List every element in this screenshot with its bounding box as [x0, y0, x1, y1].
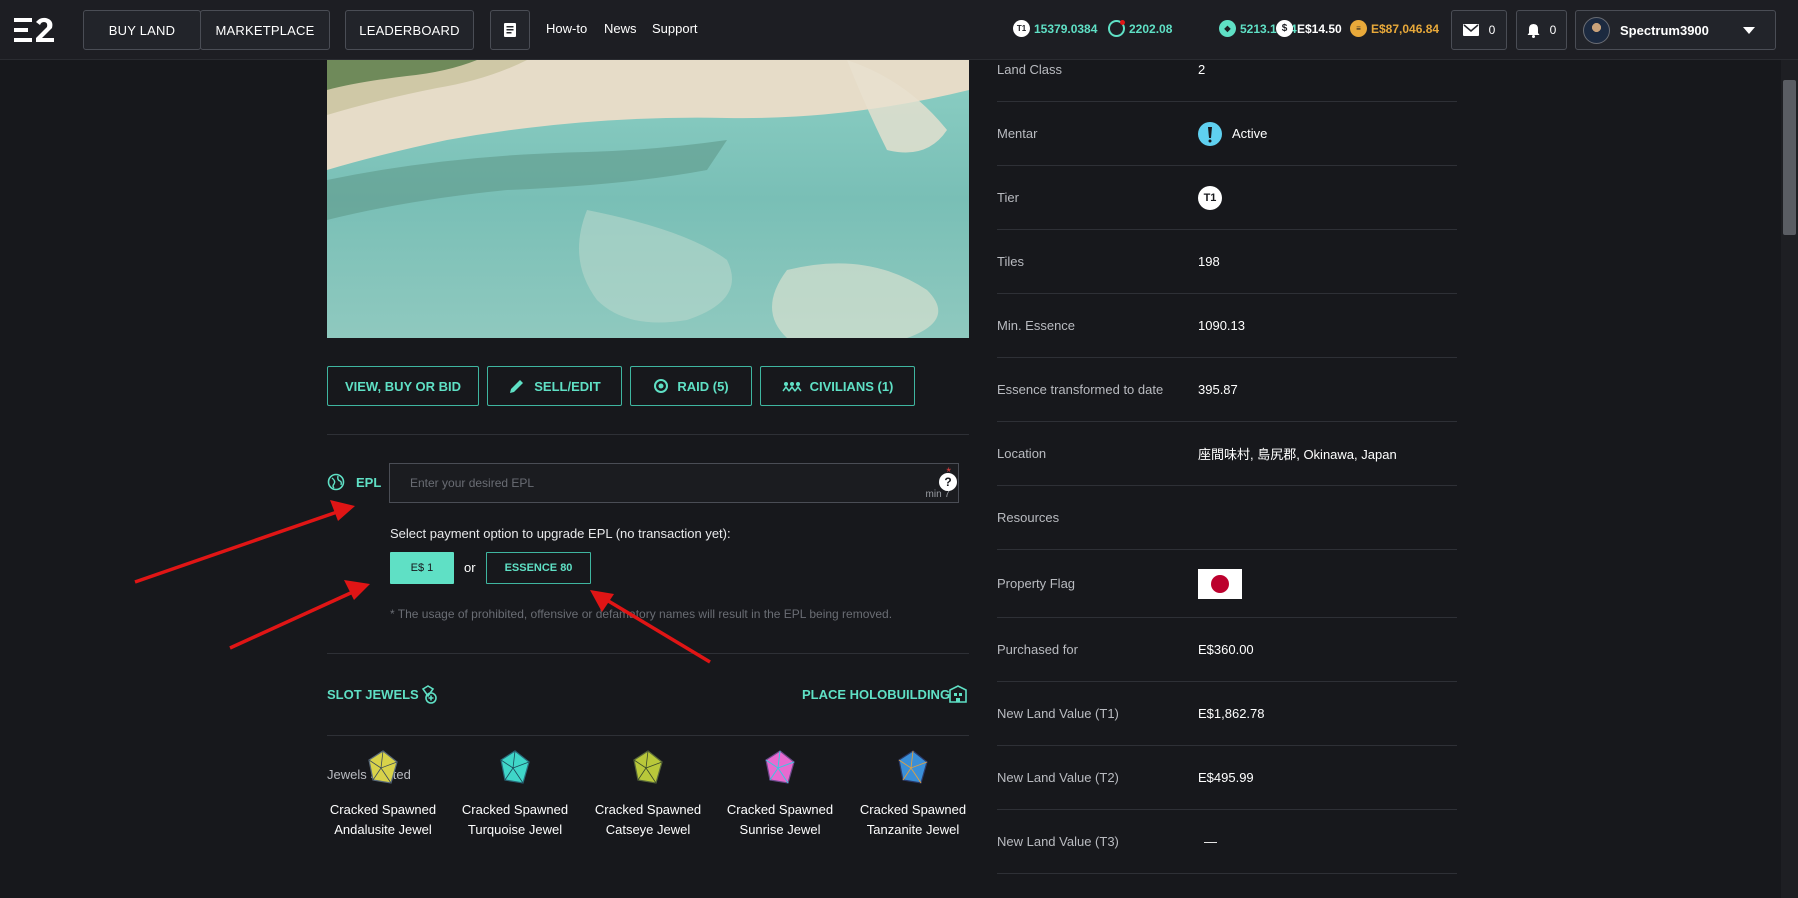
arrow-head-es	[344, 580, 370, 600]
arrow-to-epl	[134, 509, 341, 584]
annotation-arrows	[134, 500, 711, 664]
arrow-to-essence-option	[604, 597, 711, 664]
arrow-head-epl	[330, 500, 355, 521]
arrow-to-es-option	[229, 589, 356, 650]
